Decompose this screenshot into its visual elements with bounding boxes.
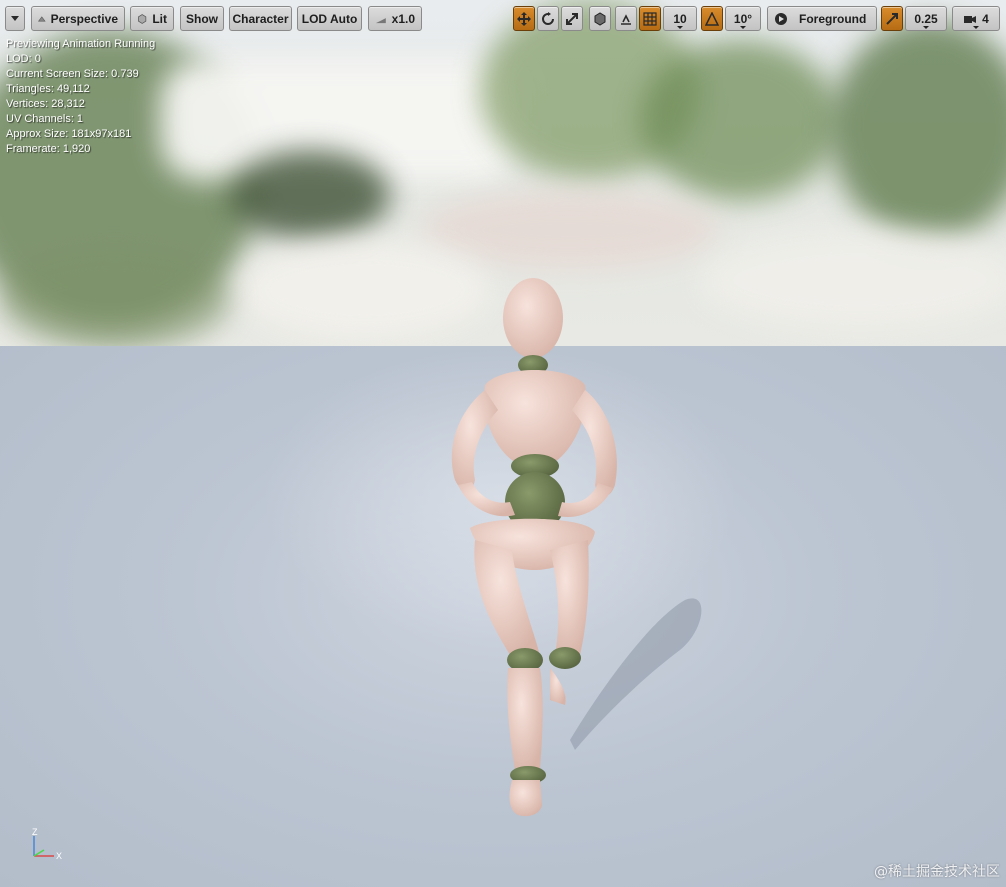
- scale-icon: [566, 12, 578, 25]
- view-mode-label: Perspective: [50, 11, 118, 26]
- chevron-down-icon: [923, 26, 929, 29]
- rotation-snap-value[interactable]: 10°: [725, 6, 761, 31]
- watermark: @稀土掘金技术社区: [874, 864, 1000, 880]
- lighting-mode-label: Lit: [152, 11, 167, 26]
- axis-gizmo: Z X: [32, 827, 62, 861]
- viewport-toolbar: Perspective Lit Show Character LOD Auto …: [0, 0, 1006, 34]
- preview-status: Previewing Animation Running: [6, 38, 156, 50]
- camera-speed-button[interactable]: 4: [952, 6, 1000, 31]
- view-mode-button[interactable]: Perspective: [31, 6, 125, 31]
- playback-speed-label: x1.0: [391, 11, 415, 26]
- lighting-mode-button[interactable]: Lit: [130, 6, 174, 31]
- lod-stat: LOD: 0: [6, 53, 41, 65]
- rotation-snap-toggle[interactable]: [701, 6, 723, 31]
- world-local-toggle[interactable]: [589, 6, 611, 31]
- playback-speed-button[interactable]: x1.0: [368, 6, 422, 31]
- chevron-down-icon: [677, 26, 683, 29]
- surface-snap-button[interactable]: [615, 6, 637, 31]
- character-label: Character: [232, 11, 289, 26]
- chevron-down-icon: [973, 26, 979, 29]
- scale-snap-value[interactable]: 0.25: [905, 6, 947, 31]
- approx-size-stat: Approx Size: 181x97x181: [6, 128, 132, 140]
- viewport-options-button[interactable]: [5, 6, 25, 31]
- screen-size-stat: Current Screen Size: 0.739: [6, 68, 139, 80]
- stats-overlay: Previewing Animation Running LOD: 0 Curr…: [6, 37, 155, 157]
- scale-mode-button[interactable]: [561, 6, 583, 31]
- camera-icon: [964, 15, 977, 23]
- show-flags-label: Show: [186, 11, 218, 26]
- viewport[interactable]: Perspective Lit Show Character LOD Auto …: [0, 0, 1006, 887]
- grid-icon: [643, 11, 657, 26]
- character-mannequin[interactable]: [400, 270, 730, 830]
- chevron-down-icon: [11, 16, 19, 21]
- lod-label: LOD Auto: [301, 11, 358, 26]
- layer-icon: [775, 12, 787, 25]
- scale-snap-icon: [886, 12, 898, 25]
- chevron-down-icon: [740, 26, 746, 29]
- z-axis-label: Z: [32, 827, 38, 837]
- character-button[interactable]: Character: [229, 6, 292, 31]
- speed-icon: [375, 17, 386, 23]
- grid-snap-value[interactable]: 10: [663, 6, 697, 31]
- rotate-icon: [542, 11, 554, 25]
- framerate-stat: Framerate: 1,920: [6, 143, 91, 155]
- lod-button[interactable]: LOD Auto: [297, 6, 362, 31]
- scale-snap-toggle[interactable]: [881, 6, 903, 31]
- layer-label: Foreground: [799, 11, 867, 26]
- grid-snap-toggle[interactable]: [639, 6, 661, 31]
- perspective-icon: [38, 15, 46, 21]
- surface-snap-icon: [621, 13, 631, 25]
- rotate-mode-button[interactable]: [537, 6, 559, 31]
- cube-icon: [594, 11, 606, 26]
- layer-button[interactable]: Foreground: [767, 6, 877, 31]
- angle-icon: [705, 11, 719, 26]
- vertices-stat: Vertices: 28,312: [6, 98, 85, 110]
- triangles-stat: Triangles: 49,112: [6, 83, 90, 95]
- grid-snap-label: 10: [673, 11, 687, 26]
- rotation-snap-label: 10°: [733, 11, 753, 26]
- show-flags-button[interactable]: Show: [180, 6, 224, 31]
- camera-speed-label: 4: [982, 11, 989, 26]
- x-axis-label: X: [56, 851, 62, 861]
- uv-channels-stat: UV Channels: 1: [6, 113, 84, 125]
- move-icon: [517, 11, 531, 26]
- translate-mode-button[interactable]: [513, 6, 535, 31]
- lit-cube-icon: [138, 13, 147, 24]
- scale-snap-label: 0.25: [914, 11, 938, 26]
